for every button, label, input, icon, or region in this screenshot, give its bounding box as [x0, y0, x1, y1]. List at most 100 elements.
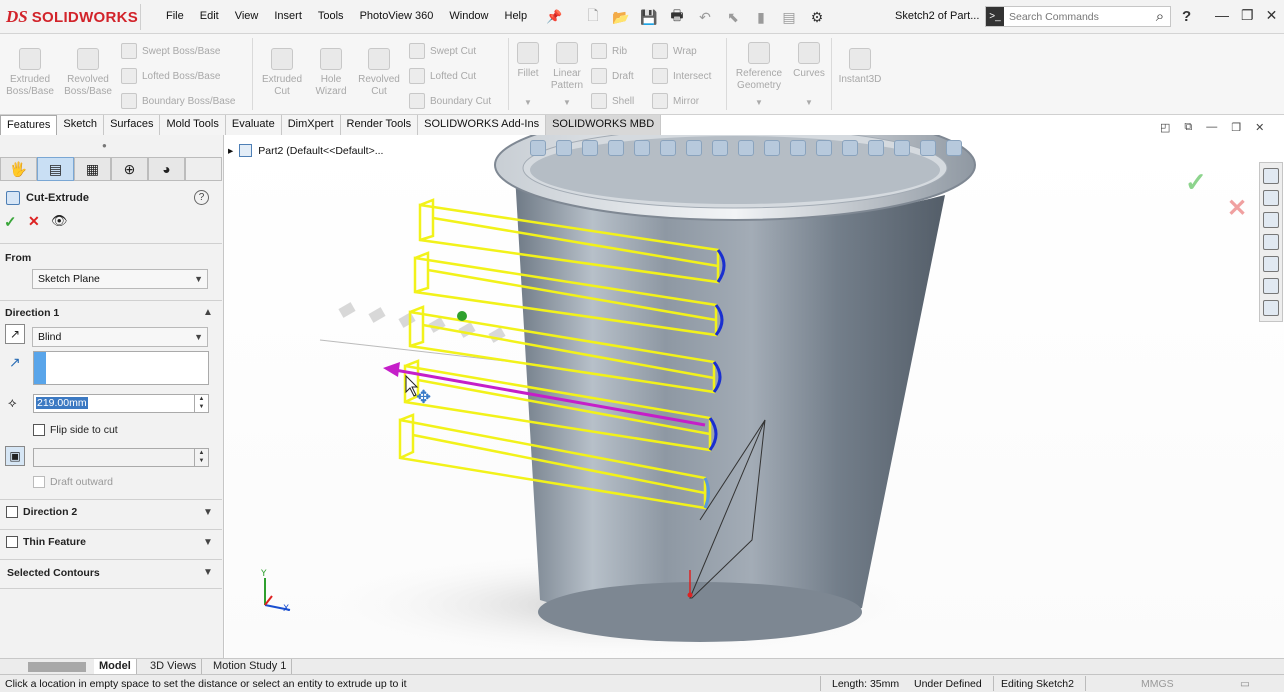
confirm-corner-ok-icon[interactable]: ✓ — [1185, 167, 1207, 198]
reference-dropdown-icon[interactable]: ▼ — [755, 98, 763, 107]
previous-view-icon[interactable] — [582, 140, 598, 156]
feature-tree-flyout[interactable]: ▸ Part2 (Default<<Default>... — [228, 144, 383, 157]
lofted-boss-button[interactable]: Lofted Boss/Base — [121, 68, 220, 84]
tree-part-label[interactable]: Part2 (Default<<Default>... — [258, 145, 383, 157]
linear-pattern-button[interactable]: Linear Pattern — [546, 42, 588, 92]
fillet-dropdown-icon[interactable]: ▼ — [524, 98, 532, 107]
direction1-section-label[interactable]: Direction 1 — [5, 307, 59, 319]
revolved-boss-button[interactable]: Revolved Boss/Base — [60, 48, 116, 98]
menu-help[interactable]: Help — [497, 10, 536, 22]
viewport-restore-icon[interactable]: ❐ — [1231, 121, 1241, 134]
forum-icon[interactable] — [1263, 300, 1279, 316]
open-icon[interactable]: 📂 — [612, 9, 630, 26]
dimxpert-manager-tab-icon[interactable]: ⊕ — [111, 157, 148, 181]
end-condition-select[interactable]: Blind ▼ — [32, 327, 208, 347]
file-explorer-icon[interactable] — [1263, 234, 1279, 250]
expand-chevron-icon[interactable]: ▼ — [203, 537, 213, 548]
feature-manager-tab-icon[interactable]: 🖐 — [0, 157, 37, 181]
tab-motion-study[interactable]: Motion Study 1 — [208, 659, 293, 675]
pin-icon[interactable]: 📌 — [546, 9, 562, 25]
viewport-close-icon[interactable]: ✕ — [1255, 121, 1264, 134]
direction2-section[interactable]: Direction 2 — [6, 506, 77, 518]
draft-toggle-icon[interactable]: ▣ — [5, 446, 25, 466]
search-commands[interactable]: >_ Search Commands ⌕ — [985, 6, 1171, 27]
right-view-icon[interactable] — [894, 140, 910, 156]
status-units[interactable]: MMGS — [1141, 678, 1174, 690]
draft-spinner[interactable]: ▲ ▼ — [194, 449, 208, 466]
resources-icon[interactable] — [1263, 190, 1279, 206]
top-view-icon[interactable] — [868, 140, 884, 156]
pattern-dropdown-icon[interactable]: ▼ — [563, 98, 571, 107]
collapse-chevron-icon[interactable]: ▲ — [203, 307, 213, 318]
draft-angle-input[interactable]: ▲ ▼ — [33, 448, 209, 467]
reverse-direction-icon[interactable]: ↗ — [5, 324, 25, 344]
menu-window[interactable]: Window — [441, 10, 496, 22]
model-view[interactable]: ✥ Y X — [225, 135, 1284, 658]
fillet-button[interactable]: Fillet — [512, 42, 544, 80]
boundary-boss-button[interactable]: Boundary Boss/Base — [121, 93, 235, 109]
preview-eye-icon[interactable]: 👁 — [51, 213, 68, 229]
custom-properties-icon[interactable] — [1263, 278, 1279, 294]
tab-model[interactable]: Model — [94, 659, 137, 675]
expand-chevron-icon[interactable]: ▼ — [203, 507, 213, 518]
tab-dimxpert[interactable]: DimXpert — [281, 115, 341, 135]
menu-edit[interactable]: Edit — [192, 10, 227, 22]
tab-sketch[interactable]: Sketch — [57, 115, 105, 135]
print-icon[interactable]: 🖶 — [668, 5, 686, 29]
flip-side-checkbox[interactable]: Flip side to cut — [33, 424, 118, 436]
appearances-icon[interactable] — [1263, 256, 1279, 272]
help-button[interactable]: ? — [1182, 8, 1191, 25]
tab-scroll-arrows[interactable] — [28, 662, 86, 672]
selected-contours-label[interactable]: Selected Contours — [7, 567, 100, 579]
expand-arrow-icon[interactable]: ▸ — [228, 145, 233, 157]
curves-dropdown-icon[interactable]: ▼ — [805, 98, 813, 107]
save-icon[interactable]: 💾 — [640, 9, 658, 26]
graphics-area[interactable]: ✥ Y X ▸ Part2 (Default<<Default>... — [225, 135, 1284, 658]
section-view-icon[interactable] — [608, 140, 624, 156]
view-settings-icon[interactable] — [790, 140, 806, 156]
undo-icon[interactable]: ↶ — [696, 9, 714, 26]
intersect-button[interactable]: Intersect — [652, 68, 711, 84]
confirm-corner-cancel-icon[interactable]: ✕ — [1227, 194, 1247, 223]
from-select[interactable]: Sketch Plane ▼ — [32, 269, 208, 289]
tab-3d-views[interactable]: 3D Views — [145, 659, 203, 675]
view-orientation-icon[interactable] — [660, 140, 676, 156]
lofted-cut-button[interactable]: Lofted Cut — [409, 68, 476, 84]
menu-tools[interactable]: Tools — [310, 10, 352, 22]
zoom-to-fit-icon[interactable] — [530, 140, 546, 156]
wrap-button[interactable]: Wrap — [652, 43, 697, 59]
design-library-icon[interactable] — [1263, 212, 1279, 228]
tab-render-tools[interactable]: Render Tools — [340, 115, 419, 135]
depth-spinner[interactable]: ▲ ▼ — [194, 395, 208, 412]
property-manager-tab-icon[interactable]: ▤ — [37, 157, 74, 181]
home-icon[interactable] — [1263, 168, 1279, 184]
menu-insert[interactable]: Insert — [266, 10, 310, 22]
file-properties-icon[interactable]: ▤ — [780, 9, 798, 26]
boundary-cut-button[interactable]: Boundary Cut — [409, 93, 491, 109]
status-toggle-icon[interactable]: ▭ — [1240, 678, 1250, 690]
hole-wizard-button[interactable]: Hole Wizard — [308, 48, 354, 98]
dynamic-annotation-icon[interactable] — [634, 140, 650, 156]
draft-button[interactable]: Draft — [591, 68, 634, 84]
zoom-area-icon[interactable] — [556, 140, 572, 156]
revolved-cut-button[interactable]: Revolved Cut — [354, 48, 404, 98]
splitter-handle[interactable]: ● — [102, 141, 107, 150]
new-document-icon[interactable]: 🗋 — [584, 5, 602, 29]
swept-boss-button[interactable]: Swept Boss/Base — [121, 43, 220, 59]
minimize-icon[interactable]: — — [1215, 7, 1229, 24]
edit-appearance-icon[interactable] — [738, 140, 754, 156]
shell-button[interactable]: Shell — [591, 93, 634, 109]
extruded-cut-button[interactable]: Extruded Cut — [256, 48, 308, 98]
menu-view[interactable]: View — [227, 10, 267, 22]
curves-button[interactable]: Curves — [790, 42, 828, 80]
tab-mold-tools[interactable]: Mold Tools — [160, 115, 226, 135]
display-pane-icon[interactable] — [816, 140, 832, 156]
tab-features[interactable]: Features — [0, 115, 58, 135]
viewport-minimize-icon[interactable]: — — [1206, 121, 1217, 134]
solidworks-logo[interactable]: DS SOLIDWORKS — [6, 7, 138, 27]
menu-file[interactable]: File — [158, 10, 192, 22]
help-icon[interactable]: ? — [194, 190, 209, 205]
depth-input[interactable]: 219.00mm ▲ ▼ — [33, 394, 209, 413]
float-icon[interactable]: ⧉ — [1184, 121, 1192, 134]
mirror-button[interactable]: Mirror — [652, 93, 699, 109]
